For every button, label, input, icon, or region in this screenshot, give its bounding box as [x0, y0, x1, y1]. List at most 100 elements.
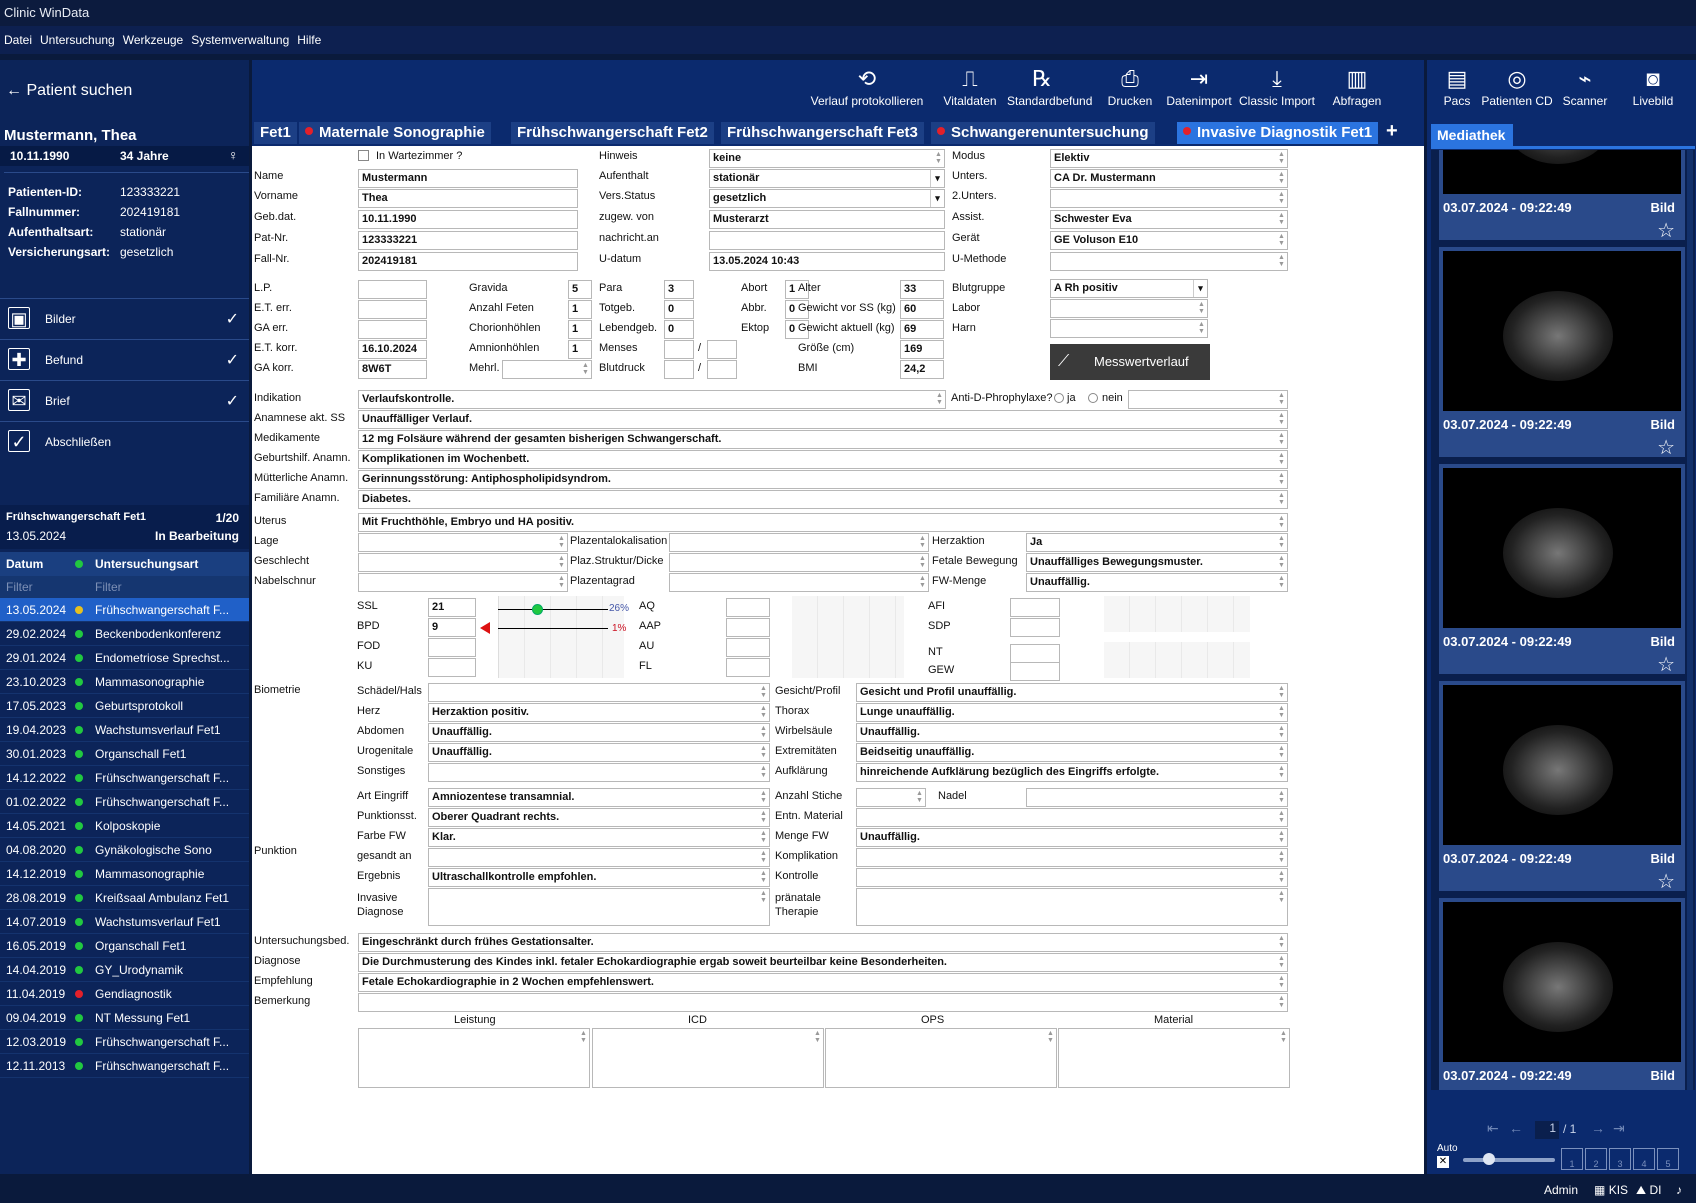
ubed-field[interactable]: Eingeschränkt durch frühes Gestationsalt… — [358, 933, 1288, 952]
bemerkung-field[interactable]: ▲ ▼ — [358, 993, 1288, 1012]
blutgruppe-field[interactable]: A Rh positiv ▾ — [1050, 279, 1208, 298]
sonstiges-field[interactable]: ▲ ▼ — [428, 763, 770, 782]
sidebar-item-befund[interactable]: ✚ Befund ✓ — [0, 339, 249, 379]
spinner-icon[interactable]: ▲ ▼ — [918, 535, 927, 550]
history-row[interactable]: 16.05.2019 Organschall Fet1 — [0, 934, 249, 958]
history-row[interactable]: 23.10.2023 Mammasonographie — [0, 670, 249, 694]
history-row[interactable]: 14.12.2019 Mammasonographie — [0, 862, 249, 886]
gew-field[interactable] — [1010, 662, 1060, 681]
spinner-icon[interactable]: ▲ ▼ — [759, 705, 768, 720]
mengefw-field[interactable]: Unauffällig. ▲ ▼ — [856, 828, 1288, 847]
sidebar-item-brief[interactable]: ✉ Brief ✓ — [0, 380, 249, 420]
punktionsst-field[interactable]: Oberer Quadrant rechts. ▲ ▼ — [428, 808, 770, 827]
spinner-icon[interactable]: ▲ ▼ — [918, 555, 927, 570]
spinner-icon[interactable]: ▲ ▼ — [1277, 935, 1286, 950]
farbefw-field[interactable]: Klar. ▲ ▼ — [428, 828, 770, 847]
history-button[interactable]: ⟲ Verlauf protokollieren — [807, 64, 927, 108]
prev-page-icon[interactable]: ← — [1509, 1120, 1523, 1136]
menses-a-field[interactable] — [664, 340, 694, 359]
history-row[interactable]: 04.08.2020 Gynäkologische Sono — [0, 838, 249, 862]
nein-radio[interactable] — [1088, 393, 1098, 403]
next-page-icon[interactable]: → — [1591, 1120, 1605, 1136]
menses-b-field[interactable] — [707, 340, 737, 359]
sidebar-item-bilder[interactable]: ▣ Bilder ✓ — [0, 298, 249, 338]
harn-field[interactable]: ▲ ▼ — [1050, 319, 1208, 338]
cd-button[interactable]: ◎ Patienten CD — [1479, 64, 1555, 108]
pacs-button[interactable]: ▤ Pacs — [1427, 64, 1487, 108]
bmi-field[interactable]: 24,2 — [900, 360, 944, 379]
udatum-field[interactable]: 13.05.2024 10:43 — [709, 252, 945, 271]
spinner-icon[interactable]: ▲ ▼ — [1277, 725, 1286, 740]
star-icon[interactable]: ☆ — [1657, 652, 1675, 677]
spinner-icon[interactable]: ▲ ▼ — [1277, 392, 1286, 407]
wirbel-field[interactable]: Unauffällig. ▲ ▼ — [856, 723, 1288, 742]
vitals-button[interactable]: ⎍ Vitaldaten — [935, 64, 1005, 108]
menu-werkzeuge[interactable]: Werkzeuge — [123, 33, 183, 47]
kontrolle-field[interactable]: ▲ ▼ — [856, 868, 1288, 887]
last-page-icon[interactable]: ⇥ — [1613, 1120, 1625, 1137]
fwmenge-field[interactable]: Unauffällig. ▲ ▼ — [1026, 573, 1288, 592]
labor-field[interactable]: ▲ ▼ — [1050, 299, 1208, 318]
tab-schwangerenuntersuchung[interactable]: Schwangerenuntersuchung — [931, 122, 1155, 144]
thorax-field[interactable]: Lunge unauffällig. ▲ ▼ — [856, 703, 1288, 722]
history-row[interactable]: 28.08.2019 Kreißsaal Ambulanz Fet1 — [0, 886, 249, 910]
messwertverlauf-button[interactable]: ⟋ Messwertverlauf — [1050, 344, 1210, 380]
history-type-header[interactable]: Untersuchungsart — [95, 557, 198, 571]
spinner-icon[interactable]: ▲ ▼ — [1277, 254, 1286, 269]
feten-field[interactable]: 1 — [568, 300, 592, 319]
history-row[interactable]: 14.07.2019 Wachstumsverlauf Fet1 — [0, 910, 249, 934]
spinner-icon[interactable]: ▲ ▼ — [759, 810, 768, 825]
nabelschnur-field[interactable]: ▲ ▼ — [358, 573, 568, 592]
tab-fet1[interactable]: Fet1 — [254, 122, 297, 144]
lp-field[interactable] — [358, 280, 427, 299]
anti-d-note-field[interactable]: ▲ ▼ — [1128, 390, 1288, 409]
spinner-icon[interactable]: ▲ ▼ — [581, 362, 590, 377]
spinner-icon[interactable]: ▲ ▼ — [1046, 1030, 1055, 1045]
extrem-field[interactable]: Beidseitig unauffällig. ▲ ▼ — [856, 743, 1288, 762]
gewss-field[interactable]: 60 — [900, 300, 944, 319]
spinner-icon[interactable]: ▲ ▼ — [1277, 685, 1286, 700]
history-row[interactable]: 17.05.2023 Geburtsprotokoll — [0, 694, 249, 718]
urogenitale-field[interactable]: Unauffällig. ▲ ▼ — [428, 743, 770, 762]
aap-field[interactable] — [726, 618, 770, 637]
vers-field[interactable]: gesetzlich ▾ — [709, 189, 945, 208]
history-row[interactable]: 29.01.2024 Endometriose Sprechst... — [0, 646, 249, 670]
ja-radio[interactable] — [1054, 393, 1064, 403]
spinner-icon[interactable]: ▲ ▼ — [1277, 212, 1286, 227]
entn-field[interactable]: ▲ ▼ — [856, 808, 1288, 827]
schaedel-field[interactable]: ▲ ▼ — [428, 683, 770, 702]
history-row[interactable]: 19.04.2023 Wachstumsverlauf Fet1 — [0, 718, 249, 742]
spinner-icon[interactable]: ▲ ▼ — [1277, 492, 1286, 507]
muetter-field[interactable]: Gerinnungsstörung: Antiphospholipidsyndr… — [358, 470, 1288, 489]
spinner-icon[interactable]: ▲ ▼ — [557, 555, 566, 570]
type-filter-input[interactable]: Filter — [95, 580, 122, 594]
spinner-icon[interactable]: ▲ ▼ — [1277, 191, 1286, 206]
fl-field[interactable] — [726, 658, 770, 677]
spinner-icon[interactable]: ▲ ▼ — [759, 765, 768, 780]
spinner-icon[interactable]: ▲ ▼ — [759, 850, 768, 865]
camera-button[interactable]: ◙ Livebild — [1623, 64, 1683, 108]
zugew-field[interactable]: Musterarzt — [709, 210, 945, 229]
history-row[interactable]: 29.02.2024 Beckenbodenkonferenz — [0, 622, 249, 646]
patnr-field[interactable]: 123333221 — [358, 231, 578, 250]
gebdat-field[interactable]: 10.11.1990 — [358, 210, 578, 229]
spinner-icon[interactable]: ▲ ▼ — [759, 890, 768, 905]
spinner-icon[interactable]: ▲ ▼ — [759, 790, 768, 805]
first-page-icon[interactable]: ⇤ — [1487, 1120, 1499, 1137]
medikamente-field[interactable]: 12 mg Folsäure während der gesamten bish… — [358, 430, 1288, 449]
spinner-icon[interactable]: ▲ ▼ — [1277, 412, 1286, 427]
gesandt-field[interactable]: ▲ ▼ — [428, 848, 770, 867]
wartezimmer-checkbox[interactable] — [358, 150, 369, 161]
spinner-icon[interactable]: ▲ ▼ — [1277, 975, 1286, 990]
herzaktion-field[interactable]: Ja ▲ ▼ — [1026, 533, 1288, 552]
layout-2-button[interactable]: 2 — [1585, 1148, 1607, 1170]
sidebar-item-abschließen[interactable]: ✓ Abschließen — [0, 421, 249, 461]
spinner-icon[interactable]: ▲ ▼ — [1277, 955, 1286, 970]
bpd-field[interactable]: 9 — [428, 618, 476, 637]
familiaer-field[interactable]: Diabetes. ▲ ▼ — [358, 490, 1288, 509]
gakorr-field[interactable]: 8W6T — [358, 360, 427, 379]
tab-frühschwangerschaft-fet3[interactable]: Frühschwangerschaft Fet3 — [721, 122, 924, 144]
gravida-field[interactable]: 5 — [568, 280, 592, 299]
back-button[interactable]: ← Patient suchen — [6, 82, 132, 100]
bell-icon[interactable]: ♪ — [1676, 1177, 1682, 1203]
